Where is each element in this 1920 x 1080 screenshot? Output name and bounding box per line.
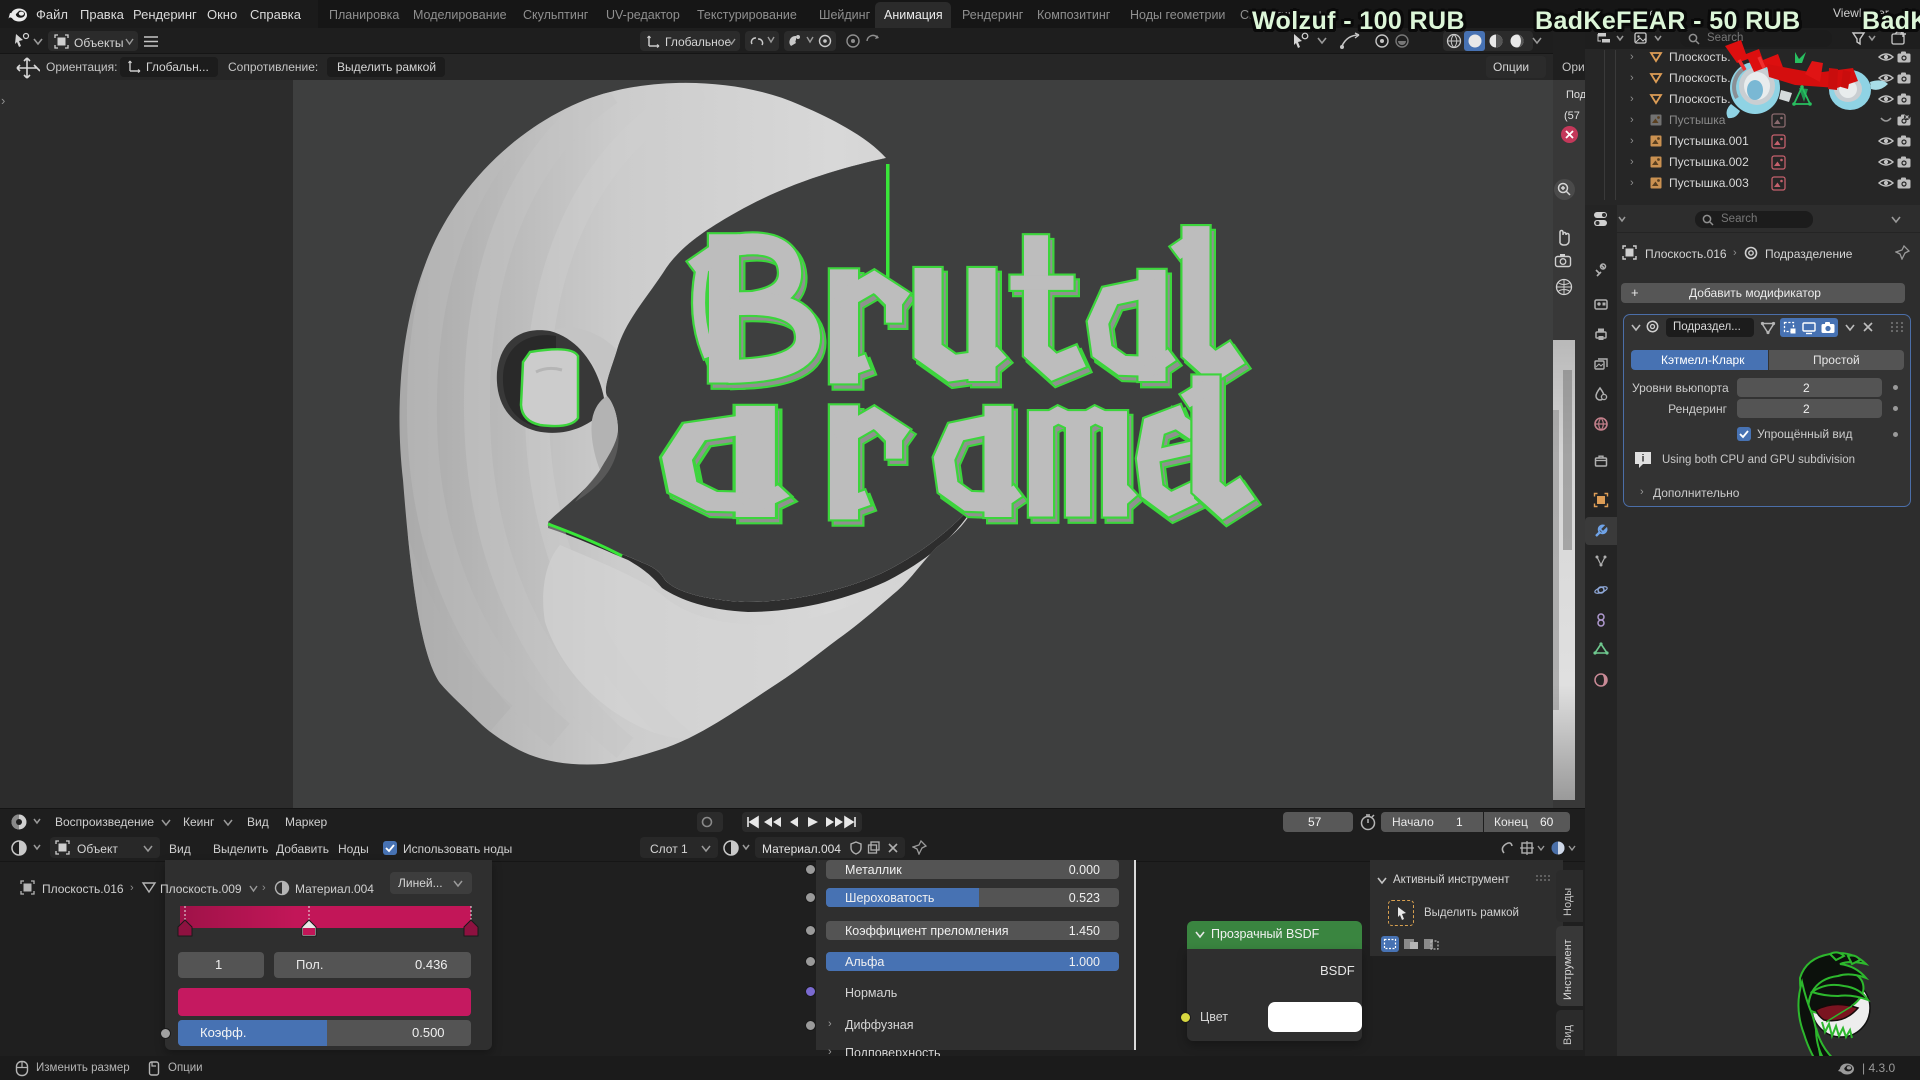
- svg-text:i: i: [1642, 454, 1645, 465]
